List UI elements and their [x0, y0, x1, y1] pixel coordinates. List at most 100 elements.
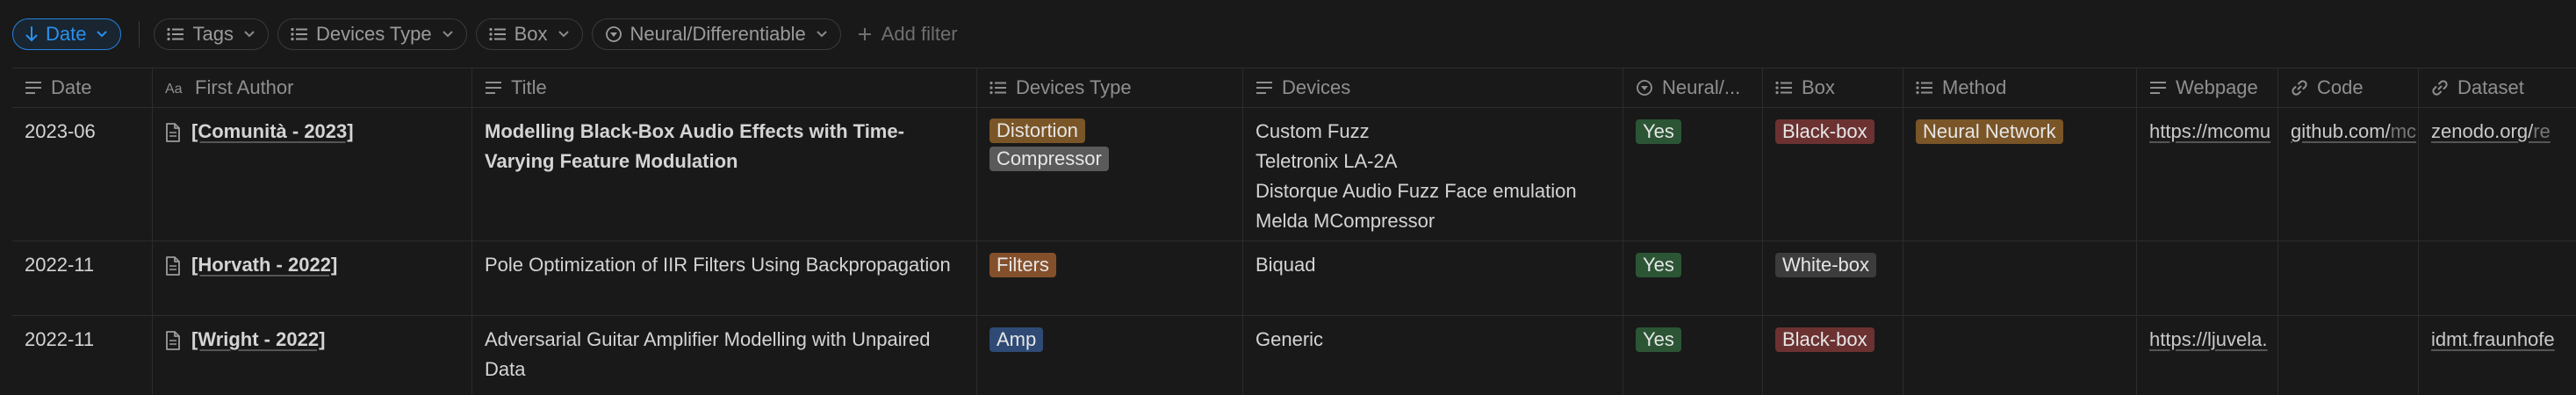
cell-neural: Yes — [1623, 108, 1763, 241]
cell-title: Pole Optimization of IIR Filters Using B… — [472, 241, 977, 315]
filter-chip-label: Tags — [192, 23, 234, 45]
column-header-devices-type[interactable]: Devices Type — [977, 68, 1243, 107]
cell-date: 2022-11 — [12, 241, 153, 315]
filter-chip-devices-type[interactable]: Devices Type — [277, 18, 467, 50]
tag-yes: Yes — [1636, 253, 1681, 277]
column-header-dataset[interactable]: Dataset — [2419, 68, 2576, 107]
page-link[interactable]: [Horvath - 2022] — [191, 250, 337, 280]
tag-yes: Yes — [1636, 119, 1681, 144]
cell-date: 2022-11 — [12, 316, 153, 395]
plus-icon — [858, 28, 871, 40]
tag-compressor: Compressor — [989, 147, 1109, 171]
cell-webpage[interactable]: https://mcomu — [2137, 108, 2278, 241]
table-row[interactable]: 2022-11 [Wright - 2022] Adversarial Guit… — [12, 316, 2576, 395]
circle-chevron-icon — [1637, 80, 1652, 96]
filter-chip-neural[interactable]: Neural/Differentiable — [591, 18, 841, 50]
table-header: Date Aa First Author Title Devices Type … — [12, 68, 2576, 108]
code-link[interactable]: github.com/ — [2291, 120, 2391, 142]
column-header-neural[interactable]: Neural/... — [1623, 68, 1763, 107]
list-icon — [1916, 81, 1932, 95]
table-row[interactable]: 2023-06 [Comunità - 2023] Modelling Blac… — [12, 108, 2576, 241]
chevron-down-icon — [816, 31, 827, 38]
page-icon — [166, 331, 180, 350]
filter-divider — [139, 21, 140, 47]
table-row[interactable]: 2022-11 [Horvath - 2022] Pole Optimizati… — [12, 241, 2576, 316]
filter-chip-label: Devices Type — [315, 23, 432, 45]
cell-first-author[interactable]: [Comunità - 2023] — [153, 108, 472, 241]
dataset-link-truncated[interactable]: re — [2533, 120, 2551, 142]
column-header-label: Box — [1802, 76, 1835, 98]
list-icon — [989, 81, 1006, 95]
column-header-method[interactable]: Method — [1903, 68, 2137, 107]
cell-first-author[interactable]: [Wright - 2022] — [153, 316, 472, 395]
cell-box: Black-box — [1763, 108, 1903, 241]
cell-method — [1903, 316, 2137, 395]
page-icon — [166, 256, 180, 276]
column-header-label: Dataset — [2457, 76, 2524, 98]
cell-dataset[interactable] — [2419, 241, 2576, 315]
column-header-title[interactable]: Title — [472, 68, 977, 107]
cell-webpage[interactable]: https://ljuvela. — [2137, 316, 2278, 395]
cell-dataset[interactable]: zenodo.org/re — [2419, 108, 2576, 241]
column-header-box[interactable]: Box — [1763, 68, 1903, 107]
cell-box: White-box — [1763, 241, 1903, 315]
device-item: Generic — [1256, 328, 1324, 350]
tag-black-box: Black-box — [1775, 327, 1874, 352]
filter-chip-tags[interactable]: Tags — [154, 18, 269, 50]
arrow-down-icon — [25, 26, 38, 42]
link-icon — [2432, 80, 2448, 96]
dataset-link[interactable]: zenodo.org/ — [2431, 120, 2533, 142]
column-header-label: Code — [2317, 76, 2364, 98]
chevron-down-icon — [442, 31, 453, 38]
device-item: Melda MCompressor — [1256, 210, 1436, 232]
page-icon — [166, 123, 180, 142]
page-link[interactable]: [Comunità - 2023] — [191, 117, 354, 147]
dataset-link[interactable]: idmt.fraunhofe — [2431, 328, 2555, 350]
chevron-down-icon — [97, 31, 108, 38]
cell-first-author[interactable]: [Horvath - 2022] — [153, 241, 472, 315]
page-link[interactable]: [Wright - 2022] — [191, 325, 325, 355]
filter-chip-box[interactable]: Box — [475, 18, 583, 50]
sort-date-chip[interactable]: Date — [12, 18, 122, 50]
tag-distortion: Distortion — [989, 118, 1085, 143]
cell-code[interactable] — [2278, 241, 2419, 315]
tag-amp: Amp — [989, 327, 1044, 352]
column-header-date[interactable]: Date — [12, 68, 153, 107]
column-header-label: Date — [51, 76, 92, 98]
cell-dataset[interactable]: idmt.fraunhofe — [2419, 316, 2576, 395]
filter-chip-label: Box — [514, 23, 548, 45]
chevron-down-icon — [244, 31, 255, 38]
column-header-label: Title — [511, 76, 547, 98]
column-header-label: Webpage — [2176, 76, 2258, 98]
column-header-devices[interactable]: Devices — [1243, 68, 1623, 107]
column-header-code[interactable]: Code — [2278, 68, 2419, 107]
text-lines-icon — [2150, 82, 2166, 94]
filter-chip-label: Neural/Differentiable — [630, 23, 806, 45]
cell-code[interactable]: github.com/mc — [2278, 108, 2419, 241]
list-icon — [489, 27, 506, 41]
webpage-link[interactable]: https://mcomu — [2149, 120, 2270, 142]
add-filter-button[interactable]: Add filter — [857, 23, 958, 46]
cell-title: Adversarial Guitar Amplifier Modelling w… — [472, 316, 977, 395]
column-header-label: Devices Type — [1016, 76, 1132, 98]
filter-bar: Date Tags Devices Type Box Neural/Differ… — [12, 16, 958, 53]
cell-code[interactable] — [2278, 316, 2419, 395]
cell-devices-type: Filters — [977, 241, 1243, 315]
device-item: Custom Fuzz — [1256, 120, 1370, 142]
column-header-webpage[interactable]: Webpage — [2137, 68, 2278, 107]
add-filter-label: Add filter — [881, 23, 958, 45]
webpage-link[interactable]: https://ljuvela. — [2149, 328, 2268, 350]
code-link-truncated[interactable]: mc — [2391, 120, 2416, 142]
device-item: Biquad — [1256, 254, 1316, 276]
tag-white-box: White-box — [1775, 253, 1877, 277]
column-header-label: Neural/... — [1662, 76, 1741, 98]
text-lines-icon — [1256, 82, 1272, 94]
cell-webpage[interactable] — [2137, 241, 2278, 315]
column-header-first-author[interactable]: Aa First Author — [153, 68, 472, 107]
list-icon — [1775, 81, 1792, 95]
device-item: Distorque Audio Fuzz Face emulation — [1256, 180, 1577, 202]
cell-title: Modelling Black-Box Audio Effects with T… — [472, 108, 977, 241]
tag-black-box: Black-box — [1775, 119, 1874, 144]
cell-date: 2023-06 — [12, 108, 153, 241]
circle-chevron-icon — [605, 26, 622, 42]
